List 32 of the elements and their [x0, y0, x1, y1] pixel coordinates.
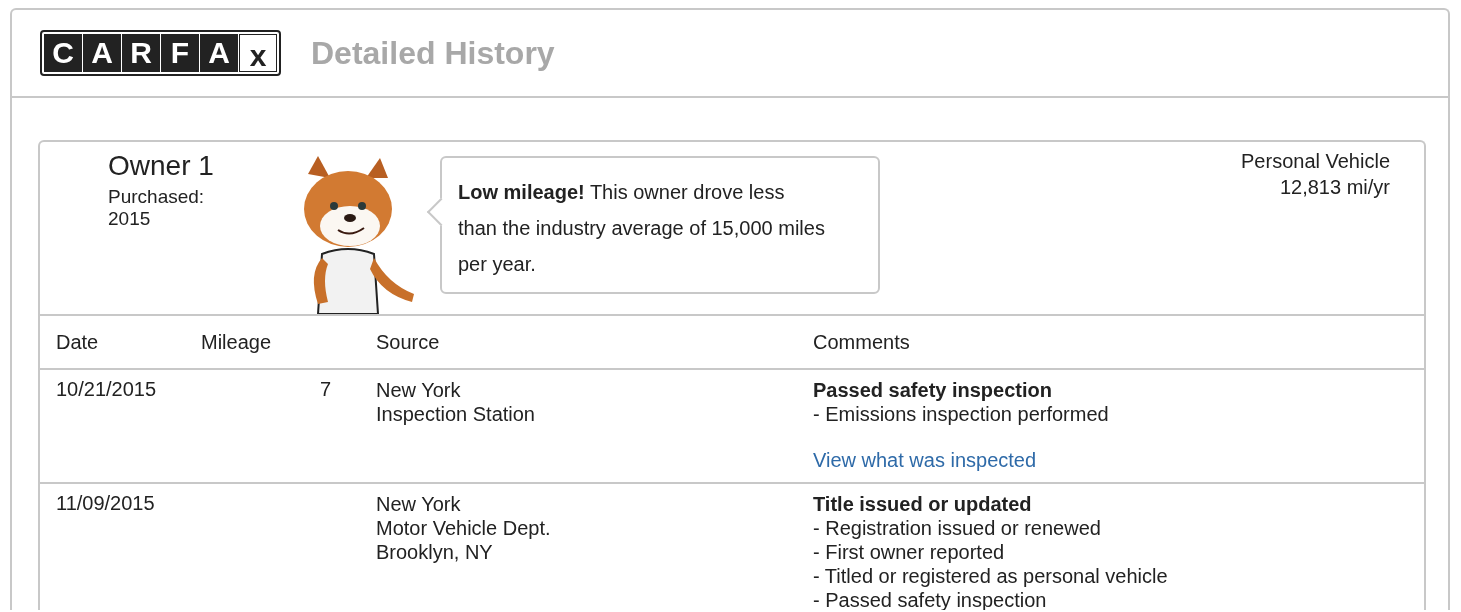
comment-title: Passed safety inspection — [813, 378, 1053, 402]
column-header: Comments — [813, 330, 911, 354]
logo-letter: A — [83, 34, 121, 72]
logo-letter: F — [161, 34, 199, 72]
date-cell-text: 11/09/2015 — [55, 492, 156, 516]
mileage-per-year: 12,813 mi/yr — [1278, 175, 1390, 200]
low-mileage-message: Low mileage! This owner drove less than the industry average of 15,000 miles per year. — [458, 180, 826, 277]
comment-detail: - Titled or registered as personal vehicle — [813, 564, 1169, 588]
logo-letter: C — [44, 34, 82, 72]
comment-title: Title issued or updated — [813, 492, 1033, 516]
comment-detail: - Emissions inspection performed — [813, 402, 1110, 426]
source-line: New York — [376, 492, 462, 516]
logo-letter: R — [122, 34, 160, 72]
column-header: Mileage — [200, 330, 273, 354]
inspection-link[interactable]: View what was inspected — [813, 448, 1037, 472]
source-line: Inspection Station — [376, 402, 536, 426]
column-header: Source — [375, 330, 441, 354]
comment-detail: - First owner reported — [813, 540, 1006, 564]
date-cell-text: 10/21/2015 — [55, 378, 158, 402]
page-title: Detailed History — [311, 34, 555, 72]
comment-detail: - Registration issued or renewed — [813, 516, 1102, 540]
source-line: Motor Vehicle Dept. — [376, 516, 552, 540]
purchased-label: Purchased: — [108, 186, 206, 208]
source-line: New York — [376, 378, 462, 402]
owner-name: Owner 1 — [108, 150, 215, 182]
logo-letter: A — [200, 34, 238, 72]
column-header: Date — [55, 330, 100, 354]
source-line: Brooklyn, NY — [376, 540, 494, 564]
purchased-year: 2015 — [108, 208, 152, 230]
vehicle-use: Personal Vehicle — [1241, 149, 1390, 174]
mileage-cell: 7 — [319, 378, 331, 400]
logo-letter: x — [239, 34, 277, 72]
